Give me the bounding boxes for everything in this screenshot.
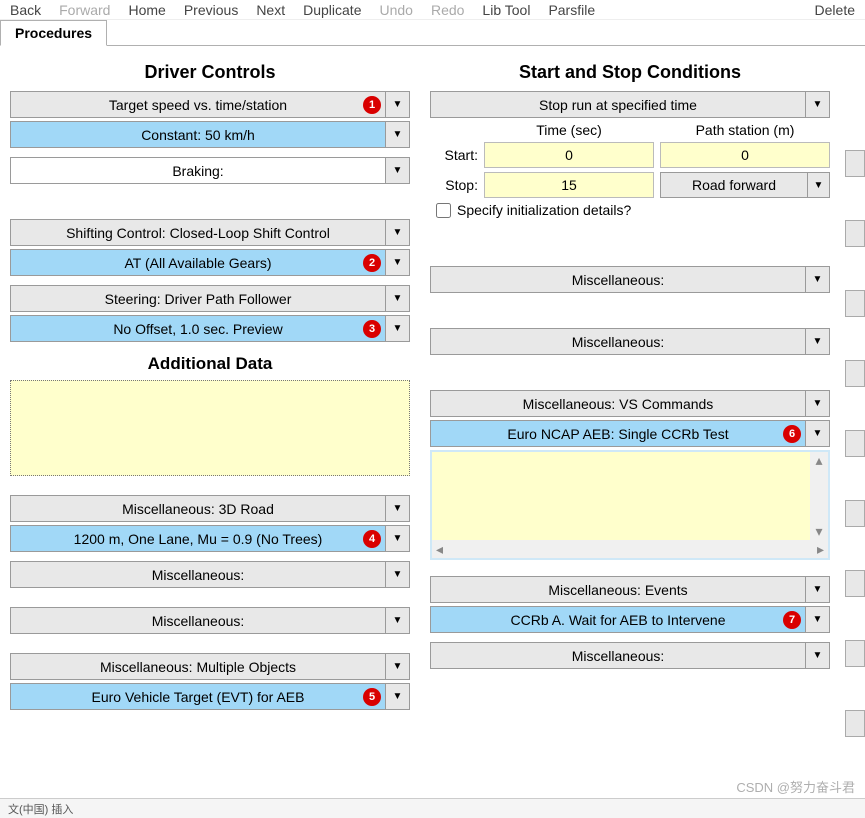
chevron-down-icon[interactable]: ▼ [385, 122, 409, 147]
misc-3d-road-combo[interactable]: Miscellaneous: 3D Road ▼ [10, 495, 410, 522]
scrollbar-horizontal[interactable]: ◂▸ [432, 540, 828, 558]
chevron-down-icon[interactable]: ▼ [385, 286, 409, 311]
chevron-down-icon[interactable]: ▼ [805, 329, 829, 354]
misc-a-combo[interactable]: Miscellaneous: ▼ [10, 561, 410, 588]
misc-multi-combo[interactable]: Miscellaneous: Multiple Objects ▼ [10, 653, 410, 680]
driver-controls-panel: Driver Controls Target speed vs. time/st… [10, 56, 410, 713]
stop-label: Stop: [430, 177, 478, 193]
misc-b-combo[interactable]: Miscellaneous: ▼ [10, 607, 410, 634]
stop-run-combo[interactable]: Stop run at specified time ▼ [430, 91, 830, 118]
road-forward-combo[interactable]: Road forward ▼ [660, 172, 830, 198]
tab-procedures[interactable]: Procedures [0, 20, 107, 46]
tab-bar: Procedures [0, 20, 865, 46]
scrollbar-vertical[interactable]: ▴▾ [810, 452, 828, 540]
badge-1: 1 [363, 96, 381, 114]
chevron-down-icon[interactable]: ▼ [807, 173, 829, 197]
stop-time-input[interactable]: 15 [484, 172, 654, 198]
chevron-down-icon[interactable]: ▼ [385, 250, 409, 275]
chevron-down-icon[interactable]: ▼ [805, 607, 829, 632]
start-label: Start: [430, 147, 478, 163]
chevron-down-icon[interactable]: ▼ [385, 496, 409, 521]
chevron-down-icon[interactable]: ▼ [385, 684, 409, 709]
chevron-down-icon[interactable]: ▼ [385, 562, 409, 587]
side-stubs [845, 150, 865, 780]
badge-5: 5 [363, 688, 381, 706]
constant-speed-combo[interactable]: Constant: 50 km/h ▼ [10, 121, 410, 148]
target-speed-combo[interactable]: Target speed vs. time/station 1 ▼ [10, 91, 410, 118]
watermark: CSDN @努力奋斗君 [736, 777, 855, 796]
time-header: Time (sec) [484, 122, 654, 138]
badge-6: 6 [783, 425, 801, 443]
chevron-down-icon[interactable]: ▼ [385, 316, 409, 341]
braking-combo[interactable]: Braking: ▼ [10, 157, 410, 184]
chevron-down-icon[interactable]: ▼ [805, 92, 829, 117]
chevron-down-icon[interactable]: ▼ [385, 158, 409, 183]
chevron-down-icon[interactable]: ▼ [385, 526, 409, 551]
status-bar: 文(中国) 插入 [0, 798, 865, 818]
start-stop-title: Start and Stop Conditions [430, 62, 830, 83]
chevron-down-icon[interactable]: ▼ [805, 643, 829, 668]
misc-events-combo[interactable]: Miscellaneous: Events ▼ [430, 576, 830, 603]
chevron-down-icon[interactable]: ▼ [805, 391, 829, 416]
top-toolbar: Back Forward Home Previous Next Duplicat… [0, 0, 865, 20]
start-path-input[interactable]: 0 [660, 142, 830, 168]
chevron-down-icon[interactable]: ▼ [805, 267, 829, 292]
badge-7: 7 [783, 611, 801, 629]
specify-init-label: Specify initialization details? [457, 202, 631, 218]
misc-r2-combo[interactable]: Miscellaneous: ▼ [430, 328, 830, 355]
specify-init-checkbox[interactable] [436, 203, 451, 218]
chevron-down-icon[interactable]: ▼ [805, 577, 829, 602]
badge-4: 4 [363, 530, 381, 548]
badge-3: 3 [363, 320, 381, 338]
target-speed-label: Target speed vs. time/station [11, 92, 385, 117]
notes-textarea[interactable] [10, 380, 410, 476]
road-1200-combo[interactable]: 1200 m, One Lane, Mu = 0.9 (No Trees) 4 … [10, 525, 410, 552]
misc-last-combo[interactable]: Miscellaneous: ▼ [430, 642, 830, 669]
misc-vs-combo[interactable]: Miscellaneous: VS Commands ▼ [430, 390, 830, 417]
driver-controls-title: Driver Controls [10, 62, 410, 83]
ccrb-combo[interactable]: CCRb A. Wait for AEB to Intervene 7 ▼ [430, 606, 830, 633]
chevron-down-icon[interactable]: ▼ [805, 421, 829, 446]
misc-r1-combo[interactable]: Miscellaneous: ▼ [430, 266, 830, 293]
chevron-down-icon[interactable]: ▼ [385, 608, 409, 633]
shift-control-combo[interactable]: Shifting Control: Closed-Loop Shift Cont… [10, 219, 410, 246]
notes-right[interactable]: ▴▾ ◂▸ [430, 450, 830, 560]
path-header: Path station (m) [660, 122, 830, 138]
additional-data-title: Additional Data [10, 354, 410, 374]
chevron-down-icon[interactable]: ▼ [385, 92, 409, 117]
chevron-down-icon[interactable]: ▼ [385, 654, 409, 679]
at-gears-combo[interactable]: AT (All Available Gears) 2 ▼ [10, 249, 410, 276]
offset-combo[interactable]: No Offset, 1.0 sec. Preview 3 ▼ [10, 315, 410, 342]
evt-combo[interactable]: Euro Vehicle Target (EVT) for AEB 5 ▼ [10, 683, 410, 710]
steering-combo[interactable]: Steering: Driver Path Follower ▼ [10, 285, 410, 312]
chevron-down-icon[interactable]: ▼ [385, 220, 409, 245]
back-btn[interactable]: Back [10, 2, 41, 17]
badge-2: 2 [363, 254, 381, 272]
start-stop-panel: Start and Stop Conditions Stop run at sp… [430, 56, 830, 713]
start-time-input[interactable]: 0 [484, 142, 654, 168]
ncap-combo[interactable]: Euro NCAP AEB: Single CCRb Test 6 ▼ [430, 420, 830, 447]
